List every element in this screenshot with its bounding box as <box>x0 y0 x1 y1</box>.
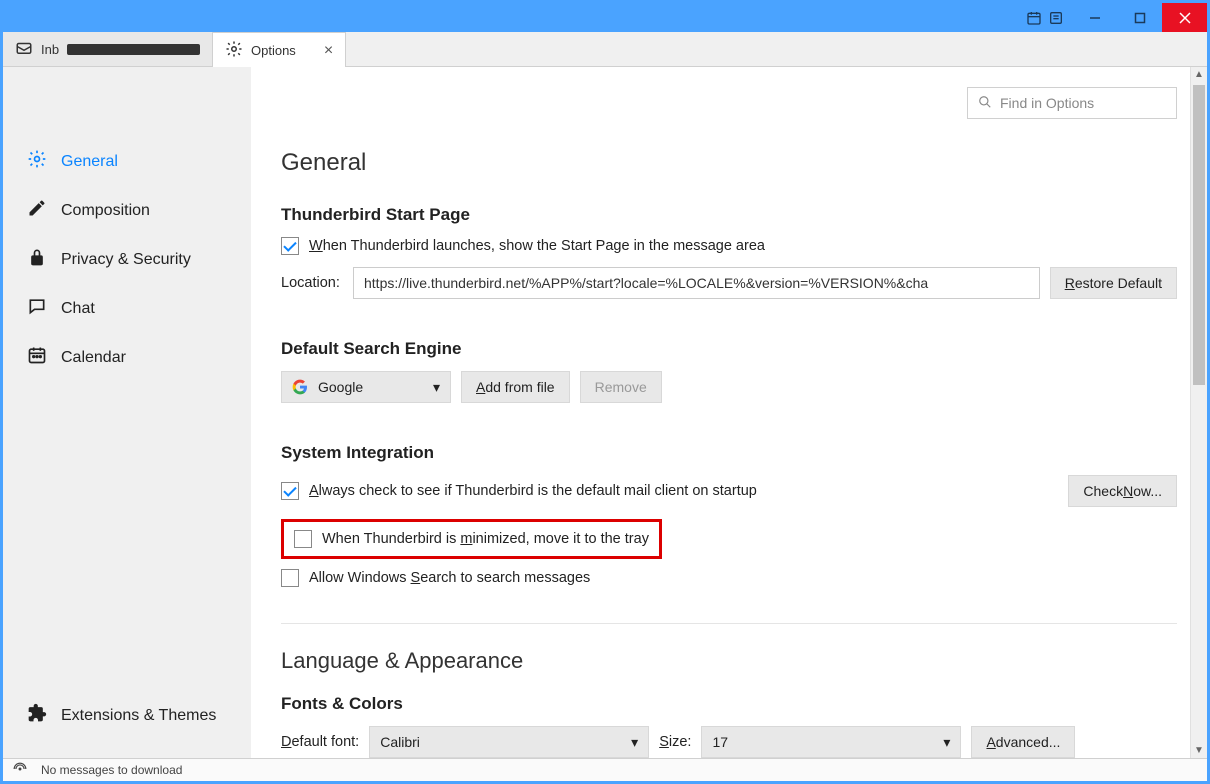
search-engine-select[interactable]: Google ▾ <box>281 371 451 403</box>
google-icon <box>292 379 308 395</box>
window-controls <box>1072 3 1207 32</box>
tab-options-label: Options <box>251 43 296 58</box>
gear-icon <box>27 149 47 174</box>
checkbox-show-start-page[interactable] <box>281 237 299 255</box>
checkbox-default-client[interactable] <box>281 482 299 500</box>
sidebar-item-general[interactable]: General <box>3 137 251 186</box>
search-placeholder: Find in Options <box>1000 95 1094 111</box>
sidebar-item-privacy[interactable]: Privacy & Security <box>3 235 251 284</box>
highlighted-option: When Thunderbird is minimized, move it t… <box>281 519 662 559</box>
section-fonts: Fonts & Colors <box>281 694 1177 714</box>
tab-options[interactable]: Options × <box>213 32 346 68</box>
label-minimize-tray: When Thunderbird is minimized, move it t… <box>322 531 649 547</box>
tab-inbox-label: Inb <box>41 42 59 57</box>
statusbar: No messages to download <box>3 758 1207 781</box>
scroll-down-icon[interactable]: ▼ <box>1191 745 1207 756</box>
advanced-button[interactable]: Advanced... <box>971 726 1075 758</box>
tab-inbox[interactable]: Inb <box>3 32 213 66</box>
remove-button: Remove <box>580 371 662 403</box>
redacted-text <box>67 44 200 55</box>
sidebar-item-composition[interactable]: Composition <box>3 186 251 235</box>
vertical-scrollbar[interactable]: ▲ ▼ <box>1190 67 1207 758</box>
puzzle-icon <box>27 703 47 728</box>
checkbox-windows-search[interactable] <box>281 569 299 587</box>
sidebar-label: Chat <box>61 300 95 318</box>
calendar-icon <box>27 345 47 370</box>
body-area: General Composition Privacy & Security C… <box>3 67 1207 758</box>
sidebar-item-calendar[interactable]: Calendar <box>3 333 251 382</box>
font-size-select[interactable]: 17▾ <box>701 726 961 758</box>
close-button[interactable] <box>1162 3 1207 32</box>
sidebar-label: General <box>61 153 118 171</box>
chat-icon <box>27 296 47 321</box>
chevron-down-icon: ▾ <box>631 734 638 751</box>
label-show-start-page: When Thunderbird launches, show the Star… <box>309 238 765 254</box>
options-sidebar: General Composition Privacy & Security C… <box>3 67 251 758</box>
sidebar-item-extensions[interactable]: Extensions & Themes <box>3 691 251 740</box>
tasks-icon[interactable] <box>1048 10 1064 26</box>
size-label: Size: <box>659 734 691 750</box>
activity-icon <box>13 762 27 779</box>
label-windows-search: Allow Windows Search to search messages <box>309 570 590 586</box>
pencil-icon <box>27 198 47 223</box>
add-from-file-button[interactable]: Add from file <box>461 371 570 403</box>
calendar-icon[interactable] <box>1026 10 1042 26</box>
sidebar-label: Composition <box>61 202 150 220</box>
label-default-client: Always check to see if Thunderbird is th… <box>309 483 757 499</box>
gear-icon <box>225 40 243 61</box>
app-window: Inb Options × General Composition Privac… <box>0 0 1210 784</box>
divider <box>281 623 1177 624</box>
restore-default-button[interactable]: Restore Default <box>1050 267 1177 299</box>
options-main: Find in Options General Thunderbird Star… <box>251 67 1207 758</box>
section-system-integration: System Integration <box>281 443 1177 463</box>
section-start-page: Thunderbird Start Page <box>281 205 1177 225</box>
location-input[interactable]: https://live.thunderbird.net/%APP%/start… <box>353 267 1040 299</box>
page-title: General <box>281 149 1177 177</box>
maximize-button[interactable] <box>1117 3 1162 32</box>
sidebar-label: Calendar <box>61 349 126 367</box>
checkbox-minimize-tray[interactable] <box>294 530 312 548</box>
sidebar-label: Extensions & Themes <box>61 707 216 725</box>
sidebar-item-chat[interactable]: Chat <box>3 284 251 333</box>
chevron-down-icon: ▾ <box>943 734 950 751</box>
section-search-engine: Default Search Engine <box>281 339 1177 359</box>
titlebar <box>3 3 1207 32</box>
search-input[interactable]: Find in Options <box>967 87 1177 119</box>
minimize-button[interactable] <box>1072 3 1117 32</box>
scroll-up-icon[interactable]: ▲ <box>1191 69 1207 80</box>
tab-close-icon[interactable]: × <box>324 42 333 60</box>
inbox-icon <box>15 39 33 60</box>
default-font-select[interactable]: Calibri▾ <box>369 726 649 758</box>
section-language: Language & Appearance <box>281 648 1177 674</box>
search-icon <box>978 95 992 112</box>
lock-icon <box>27 247 47 272</box>
default-font-label: Default font: <box>281 734 359 750</box>
titlebar-toolbar-icons <box>1026 3 1072 32</box>
chevron-down-icon: ▾ <box>433 379 440 396</box>
scrollbar-thumb[interactable] <box>1193 85 1205 385</box>
sidebar-label: Privacy & Security <box>61 251 191 269</box>
statusbar-message: No messages to download <box>41 763 182 777</box>
tab-strip: Inb Options × <box>3 32 1207 67</box>
check-now-button[interactable]: Check Now... <box>1068 475 1177 507</box>
location-label: Location: <box>281 275 343 291</box>
